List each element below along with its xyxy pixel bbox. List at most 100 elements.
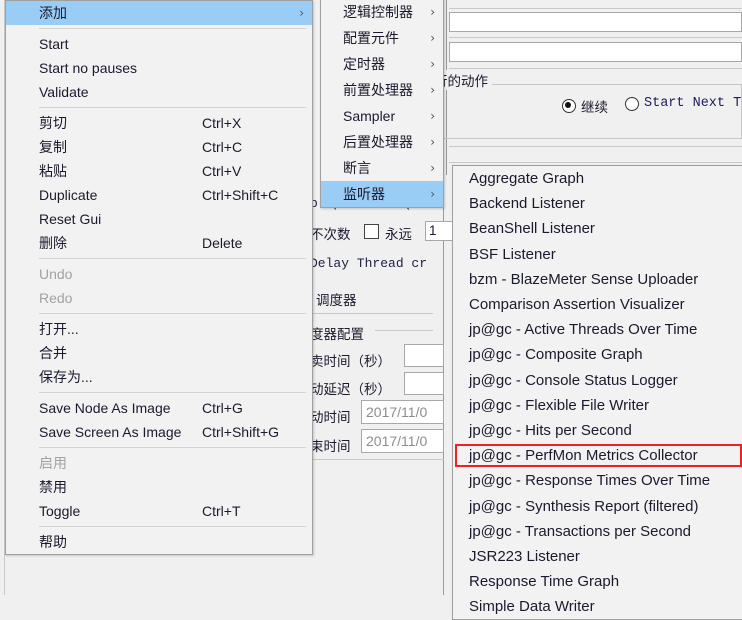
listener-submenu-item[interactable]: jp@gc - Composite Graph (453, 342, 742, 367)
context-menu-item-label: Start (39, 36, 69, 52)
context-menu-item-label: Toggle (39, 503, 81, 519)
context-menu-item: Redo (6, 286, 312, 310)
add-submenu-item[interactable]: Sampler › (321, 103, 443, 129)
chevron-right-icon: › (430, 57, 435, 71)
context-menu-item-label: Validate (39, 84, 89, 100)
form-bottom-rule (308, 459, 444, 460)
add-submenu-item-label: 监听器 (343, 186, 385, 202)
listener-submenu-item-label: Comparison Assertion Visualizer (469, 296, 685, 314)
listener-submenu-item-label: jp@gc - Composite Graph (469, 346, 643, 364)
context-menu-item[interactable]: 粘贴 Ctrl+V (6, 159, 312, 183)
menu-separator (39, 107, 306, 108)
listener-submenu-item[interactable]: jp@gc - Response Times Over Time (453, 468, 742, 493)
context-menu-item-accelerator: Ctrl+G (202, 400, 243, 416)
context-menu-item[interactable]: Start no pauses (6, 56, 312, 80)
add-submenu-item-label: 定时器 (343, 56, 385, 72)
listener-submenu-item[interactable]: JSR223 Listener (453, 544, 742, 569)
context-menu-item-label: 剪切 (39, 115, 67, 131)
panel-hline-5 (449, 162, 742, 163)
context-menu[interactable]: 添加 › Start Start no pauses Validate 剪切 Ctrl+X 复… (5, 0, 313, 555)
loop-count-label: 不次数 (310, 227, 351, 242)
listener-submenu-item[interactable]: jp@gc - Console Status Logger (453, 368, 742, 393)
listener-submenu-item[interactable]: bzm - BlazeMeter Sense Uploader (453, 267, 742, 292)
add-submenu[interactable]: 逻辑控制器 › 配置元件 › 定时器 › 前置处理器 › Sampler › 后置处理器 › 断言 › 监听… (320, 0, 444, 208)
context-menu-item-label: 帮助 (39, 534, 67, 550)
context-menu-item[interactable]: 删除 Delete (6, 231, 312, 255)
listener-submenu-item[interactable]: Comparison Assertion Visualizer (453, 292, 742, 317)
listener-submenu-item[interactable]: Backend Listener (453, 191, 742, 216)
listener-submenu-item[interactable]: jp@gc - Hits per Second (453, 418, 742, 443)
continue-radio-label: 继续 (581, 100, 608, 115)
add-submenu-item[interactable]: 监听器 › (321, 181, 443, 207)
context-menu-item-accelerator: Ctrl+C (202, 139, 243, 155)
listener-submenu-item[interactable]: jp@gc - Transactions per Second (453, 519, 742, 544)
continue-radio[interactable] (562, 99, 576, 113)
listener-submenu-item[interactable]: BSF Listener (453, 242, 742, 267)
end-time-field[interactable]: 2017/11/0 (361, 429, 444, 453)
context-menu-item[interactable]: 合并 (6, 341, 312, 365)
context-menu-item-accelerator: Ctrl+X (202, 115, 242, 131)
add-submenu-item[interactable]: 定时器 › (321, 51, 443, 77)
listener-submenu-item[interactable]: Simple Data Writer (453, 594, 742, 619)
name-field[interactable] (449, 12, 742, 32)
listener-submenu-item-label: Aggregate Graph (469, 170, 585, 188)
add-submenu-item-label: 配置元件 (343, 30, 399, 46)
context-menu-item-label: Reset Gui (39, 211, 102, 227)
listener-submenu-item[interactable]: Aggregate Graph (453, 166, 742, 191)
listener-submenu-item[interactable]: jp@gc - Active Threads Over Time (453, 317, 742, 342)
context-menu-item-accelerator: Delete (202, 235, 243, 251)
context-menu-item[interactable]: Toggle Ctrl+T (6, 499, 312, 523)
context-menu-item[interactable]: Save Node As Image Ctrl+G (6, 396, 312, 420)
start-next-radio-label: Start Next Tl (644, 96, 742, 111)
context-menu-item[interactable]: 禁用 (6, 475, 312, 499)
context-menu-item[interactable]: 添加 › (6, 1, 312, 25)
context-menu-item[interactable]: Duplicate Ctrl+Shift+C (6, 183, 312, 207)
startup-delay-field[interactable] (404, 372, 444, 395)
duration-field[interactable] (404, 344, 444, 367)
listener-submenu-item[interactable]: Response Time Graph (453, 569, 742, 594)
start-time-label: 动时间 (310, 410, 351, 425)
add-submenu-item[interactable]: 配置元件 › (321, 25, 443, 51)
continue-radio-row[interactable]: 继续 (562, 96, 608, 116)
chevron-right-icon: › (430, 31, 435, 45)
comment-field[interactable] (449, 42, 742, 62)
context-menu-item[interactable]: Reset Gui (6, 207, 312, 231)
context-menu-item[interactable]: 剪切 Ctrl+X (6, 111, 312, 135)
context-menu-item[interactable]: Save Screen As Image Ctrl+Shift+G (6, 420, 312, 444)
menu-separator (39, 526, 306, 527)
chevron-right-icon: › (430, 83, 435, 97)
listener-submenu-item-label: bzm - BlazeMeter Sense Uploader (469, 270, 699, 288)
start-next-radio-row[interactable]: Start Next Tl (625, 96, 742, 111)
context-menu-item[interactable]: 复制 Ctrl+C (6, 135, 312, 159)
context-menu-item[interactable]: Start (6, 32, 312, 56)
context-menu-item-accelerator: Ctrl+V (202, 163, 242, 179)
context-menu-item-accelerator: Ctrl+T (202, 503, 241, 519)
context-menu-item-accelerator: Ctrl+Shift+C (202, 187, 279, 203)
context-menu-item[interactable]: Validate (6, 80, 312, 104)
listener-submenu-item[interactable]: BeanShell Listener (453, 216, 742, 241)
context-menu-item-label: 合并 (39, 345, 67, 361)
add-submenu-item[interactable]: 后置处理器 › (321, 129, 443, 155)
forever-checkbox[interactable] (364, 224, 379, 239)
context-menu-item-accelerator: Ctrl+Shift+G (202, 424, 280, 440)
context-menu-item[interactable]: 打开... (6, 317, 312, 341)
listener-submenu-item-label: jp@gc - Active Threads Over Time (469, 321, 698, 339)
start-time-field[interactable]: 2017/11/0 (361, 400, 444, 424)
listener-submenu-item-label: jp@gc - Transactions per Second (469, 522, 692, 540)
listener-submenu-item[interactable]: jp@gc - Synthesis Report (filtered) (453, 493, 742, 518)
chevron-right-icon: › (430, 161, 435, 175)
listener-submenu-item[interactable]: jp@gc - PerfMon Metrics Collector (453, 443, 742, 468)
context-menu-item-label: 打开... (39, 321, 79, 337)
add-submenu-item[interactable]: 逻辑控制器 › (321, 0, 443, 25)
listener-submenu[interactable]: Aggregate Graph Backend Listener BeanShell… (452, 165, 742, 620)
start-next-radio[interactable] (625, 96, 639, 111)
context-menu-item: Undo (6, 262, 312, 286)
panel-hline-1 (449, 8, 742, 9)
add-submenu-item[interactable]: 前置处理器 › (321, 77, 443, 103)
duration-label: 卖时间（秒） (310, 354, 391, 369)
listener-submenu-item-label: Simple Data Writer (469, 598, 595, 616)
context-menu-item[interactable]: 保存为... (6, 365, 312, 389)
add-submenu-item[interactable]: 断言 › (321, 155, 443, 181)
listener-submenu-item[interactable]: jp@gc - Flexible File Writer (453, 393, 742, 418)
context-menu-item[interactable]: 帮助 (6, 530, 312, 554)
